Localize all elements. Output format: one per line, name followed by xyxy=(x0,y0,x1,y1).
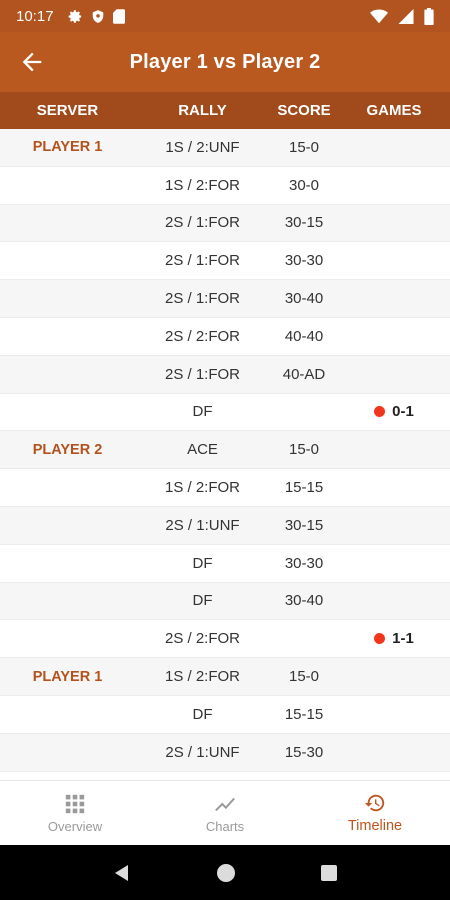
system-recents-icon[interactable] xyxy=(320,864,338,882)
header-server: SERVER xyxy=(36,102,99,119)
signal-icon xyxy=(398,8,414,24)
battery-icon xyxy=(424,7,434,25)
header-games: GAMES xyxy=(366,102,422,119)
timeline-row: 2S / 2:FOR 1-1 xyxy=(0,620,450,659)
history-icon xyxy=(364,794,385,812)
bottom-navigation: Overview Charts Timeline xyxy=(0,780,450,845)
timeline-row: DF 30-30 xyxy=(0,544,450,583)
nav-charts[interactable]: Charts xyxy=(150,781,300,845)
chart-line-icon xyxy=(215,797,235,811)
timeline-row: 1S / 2:FOR 30-0 xyxy=(0,166,450,205)
row-score: 30-30 xyxy=(284,554,324,572)
games-score: 1-1 xyxy=(392,630,414,648)
nav-timeline-label: Timeline xyxy=(347,818,403,834)
timeline-row: 2S / 2:FOR 40-40 xyxy=(0,317,450,356)
header-rally: RALLY xyxy=(178,102,227,119)
nav-overview[interactable]: Overview xyxy=(0,781,150,845)
timeline-row: 2S / 1:UNF 30-15 xyxy=(0,506,450,545)
timeline-row: DF 30-40 xyxy=(0,582,450,621)
game-won-dot xyxy=(374,633,386,645)
row-score: 15-15 xyxy=(284,705,324,723)
row-server: PLAYER 1 xyxy=(32,139,103,156)
timeline-row: 2S / 1:UNF 15-30 xyxy=(0,733,450,772)
row-rally: 2S / 1:UNF xyxy=(165,516,240,534)
nav-overview-label: Overview xyxy=(47,818,103,834)
row-rally: 2S / 2:FOR xyxy=(164,630,241,648)
row-server: PLAYER 2 xyxy=(32,441,103,458)
timeline-row: 2S / 1:FOR 30-15 xyxy=(0,204,450,243)
row-score: 15-15 xyxy=(284,479,324,497)
games-score: 0-1 xyxy=(392,403,414,421)
row-rally: ACE xyxy=(187,441,218,459)
grid-icon xyxy=(65,794,85,813)
nav-timeline[interactable]: Timeline xyxy=(300,781,450,845)
row-score: 30-40 xyxy=(284,290,324,308)
status-bar: 10:17 xyxy=(0,0,450,32)
page-title: Player 1 vs Player 2 xyxy=(129,50,321,73)
row-rally: 1S / 2:FOR xyxy=(164,668,241,686)
shield-icon xyxy=(92,9,103,23)
table-header: SERVER RALLY SCORE GAMES xyxy=(0,92,450,129)
game-won-dot xyxy=(374,406,386,418)
row-rally: DF xyxy=(192,592,213,610)
timeline-row: 2S / 1:FOR 40-AD xyxy=(0,355,450,394)
row-score: 40-AD xyxy=(282,365,326,383)
system-navigation-bar xyxy=(0,845,450,900)
row-score: 40-40 xyxy=(284,327,324,345)
row-score: 15-0 xyxy=(288,138,320,156)
row-games: 0-1 xyxy=(338,403,450,420)
timeline-row: PLAYER 1 1S / 2:FOR 15-0 xyxy=(0,658,450,696)
sd-card-icon xyxy=(112,8,125,24)
row-rally: DF xyxy=(192,554,213,572)
settings-icon xyxy=(68,9,81,23)
row-score: 30-15 xyxy=(284,214,324,232)
row-games: 1-1 xyxy=(338,630,450,647)
wifi-icon xyxy=(370,9,388,23)
header-score: SCORE xyxy=(277,102,331,119)
row-score: 30-40 xyxy=(284,592,324,610)
row-score: 15-0 xyxy=(288,441,320,459)
status-time: 10:17 xyxy=(16,7,54,25)
row-score: 15-30 xyxy=(284,743,324,761)
timeline-row: 1S / 2:FOR 15-15 xyxy=(0,469,450,507)
row-score: 30-0 xyxy=(288,176,320,194)
timeline-row: 2S / 1:FOR 30-40 xyxy=(0,280,450,318)
timeline-row: DF 15-15 xyxy=(0,695,450,734)
timeline-row: PLAYER 1 1S / 2:UNF 15-0 xyxy=(0,129,450,167)
row-rally: 1S / 2:UNF xyxy=(165,138,240,156)
row-rally: 2S / 1:FOR xyxy=(164,252,241,270)
row-score: 30-30 xyxy=(284,252,324,270)
system-back-icon[interactable] xyxy=(112,863,132,883)
row-rally: 2S / 2:FOR xyxy=(164,327,241,345)
app-bar: Player 1 vs Player 2 xyxy=(0,32,450,92)
timeline-list[interactable]: PLAYER 1 1S / 2:UNF 15-0 1S / 2:FOR 30-0 2S /… xyxy=(0,129,450,772)
row-score: 15-0 xyxy=(288,668,320,686)
nav-charts-label: Charts xyxy=(205,818,245,834)
row-rally: 2S / 1:UNF xyxy=(165,743,240,761)
row-rally: 2S / 1:FOR xyxy=(164,290,241,308)
row-rally: 2S / 1:FOR xyxy=(164,365,241,383)
row-rally: DF xyxy=(192,705,213,723)
row-rally: 1S / 2:FOR xyxy=(164,479,241,497)
row-rally: DF xyxy=(192,403,213,421)
timeline-row: 2S / 1:FOR 30-30 xyxy=(0,242,450,281)
timeline-row: DF 0-1 xyxy=(0,393,450,432)
row-rally: 1S / 2:FOR xyxy=(164,176,241,194)
row-server: PLAYER 1 xyxy=(32,668,103,685)
back-arrow-icon[interactable] xyxy=(18,48,46,76)
row-rally: 2S / 1:FOR xyxy=(164,214,241,232)
system-home-icon[interactable] xyxy=(216,863,236,883)
timeline-row: PLAYER 2 ACE 15-0 xyxy=(0,431,450,470)
row-score: 30-15 xyxy=(284,516,324,534)
